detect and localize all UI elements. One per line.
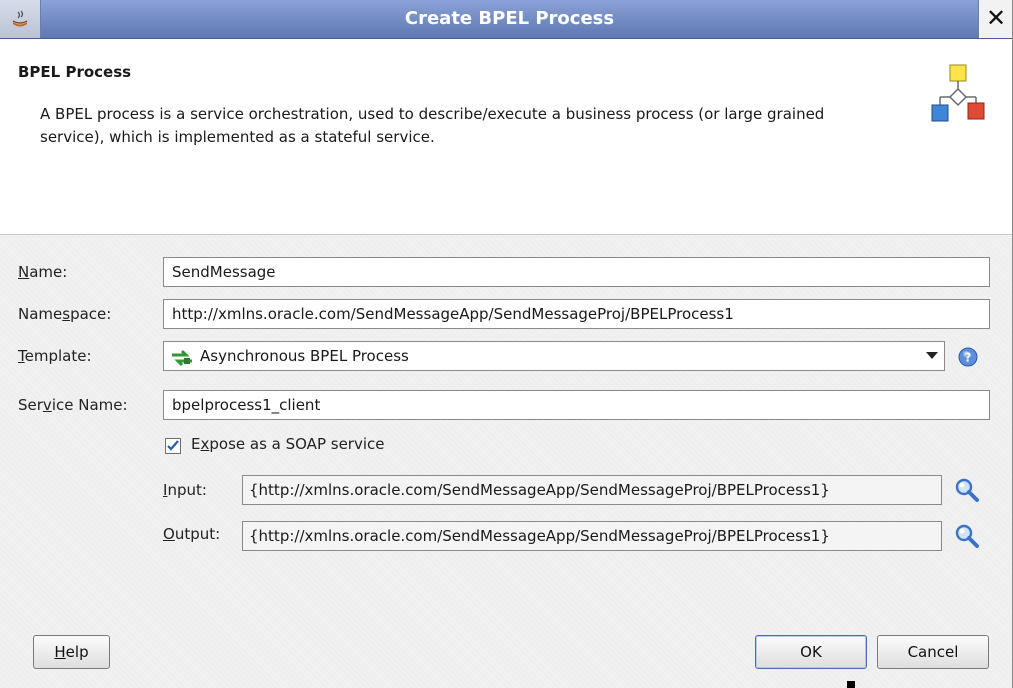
namespace-label-pre: Name <box>18 305 63 323</box>
output-label: Output: <box>163 525 220 543</box>
namespace-label-post: pace: <box>70 305 112 323</box>
input-label: Input: <box>163 481 207 499</box>
chevron-down-icon[interactable] <box>926 352 938 359</box>
expose-soap-label-post: pose as a SOAP service <box>209 435 385 453</box>
service-name-label-pre: Ser <box>18 396 43 414</box>
create-bpel-process-dialog: Create BPEL Process ✕ BPEL Process A BPE… <box>0 0 1013 688</box>
service-name-label-post: ice Name: <box>51 396 128 414</box>
name-label-post: ame: <box>29 263 68 281</box>
service-name-label-mnemonic: v <box>42 396 52 414</box>
title-bar[interactable]: Create BPEL Process ✕ <box>0 0 1012 39</box>
window-title: Create BPEL Process <box>404 8 615 29</box>
cancel-button[interactable]: Cancel <box>877 635 989 669</box>
service-name-field[interactable]: bpelprocess1_client <box>163 390 990 420</box>
template-label: Template: <box>18 347 92 365</box>
form-panel: Name: SendMessage Namespace: http://xmln… <box>0 235 1012 688</box>
expose-soap-checkbox[interactable] <box>165 438 181 454</box>
mouse-cursor-fragment <box>847 681 855 688</box>
input-label-post: nput: <box>167 481 207 499</box>
help-button-rest: elp <box>65 643 89 661</box>
output-label-post: utput: <box>174 525 221 543</box>
output-label-mnemonic: O <box>163 525 175 543</box>
input-field[interactable]: {http://xmlns.oracle.com/SendMessageApp/… <box>242 475 942 505</box>
java-app-icon[interactable] <box>0 0 41 38</box>
checkmark-icon <box>167 440 179 451</box>
namespace-label: Namespace: <box>18 305 111 323</box>
close-icon[interactable]: ✕ <box>978 0 1012 38</box>
header-panel: BPEL Process A BPEL process is a service… <box>0 39 1012 235</box>
help-icon[interactable]: ? <box>958 347 978 371</box>
process-diagram-icon <box>930 59 990 133</box>
help-button-mnemonic: H <box>54 643 66 661</box>
template-select[interactable]: Asynchronous BPEL Process <box>163 341 945 371</box>
header-title: BPEL Process <box>18 63 132 81</box>
name-label-mnemonic: N <box>18 263 30 281</box>
name-label: Name: <box>18 263 67 281</box>
output-field[interactable]: {http://xmlns.oracle.com/SendMessageApp/… <box>242 521 942 551</box>
template-label-mnemonic: T <box>18 347 25 365</box>
async-process-icon <box>170 348 194 370</box>
template-value: Asynchronous BPEL Process <box>200 347 409 365</box>
help-button[interactable]: Help <box>33 635 110 669</box>
namespace-field[interactable]: http://xmlns.oracle.com/SendMessageApp/S… <box>163 299 990 329</box>
name-field[interactable]: SendMessage <box>163 257 990 287</box>
input-search-icon[interactable] <box>953 476 981 508</box>
header-description: A BPEL process is a service orchestratio… <box>40 105 825 146</box>
svg-text:?: ? <box>965 351 972 365</box>
service-name-label: Service Name: <box>18 396 128 414</box>
output-search-icon[interactable] <box>953 522 981 554</box>
ok-button[interactable]: OK <box>755 635 867 669</box>
namespace-label-mnemonic: s <box>62 305 71 323</box>
expose-soap-label[interactable]: Expose as a SOAP service <box>191 435 385 453</box>
template-label-post: emplate: <box>24 347 92 365</box>
